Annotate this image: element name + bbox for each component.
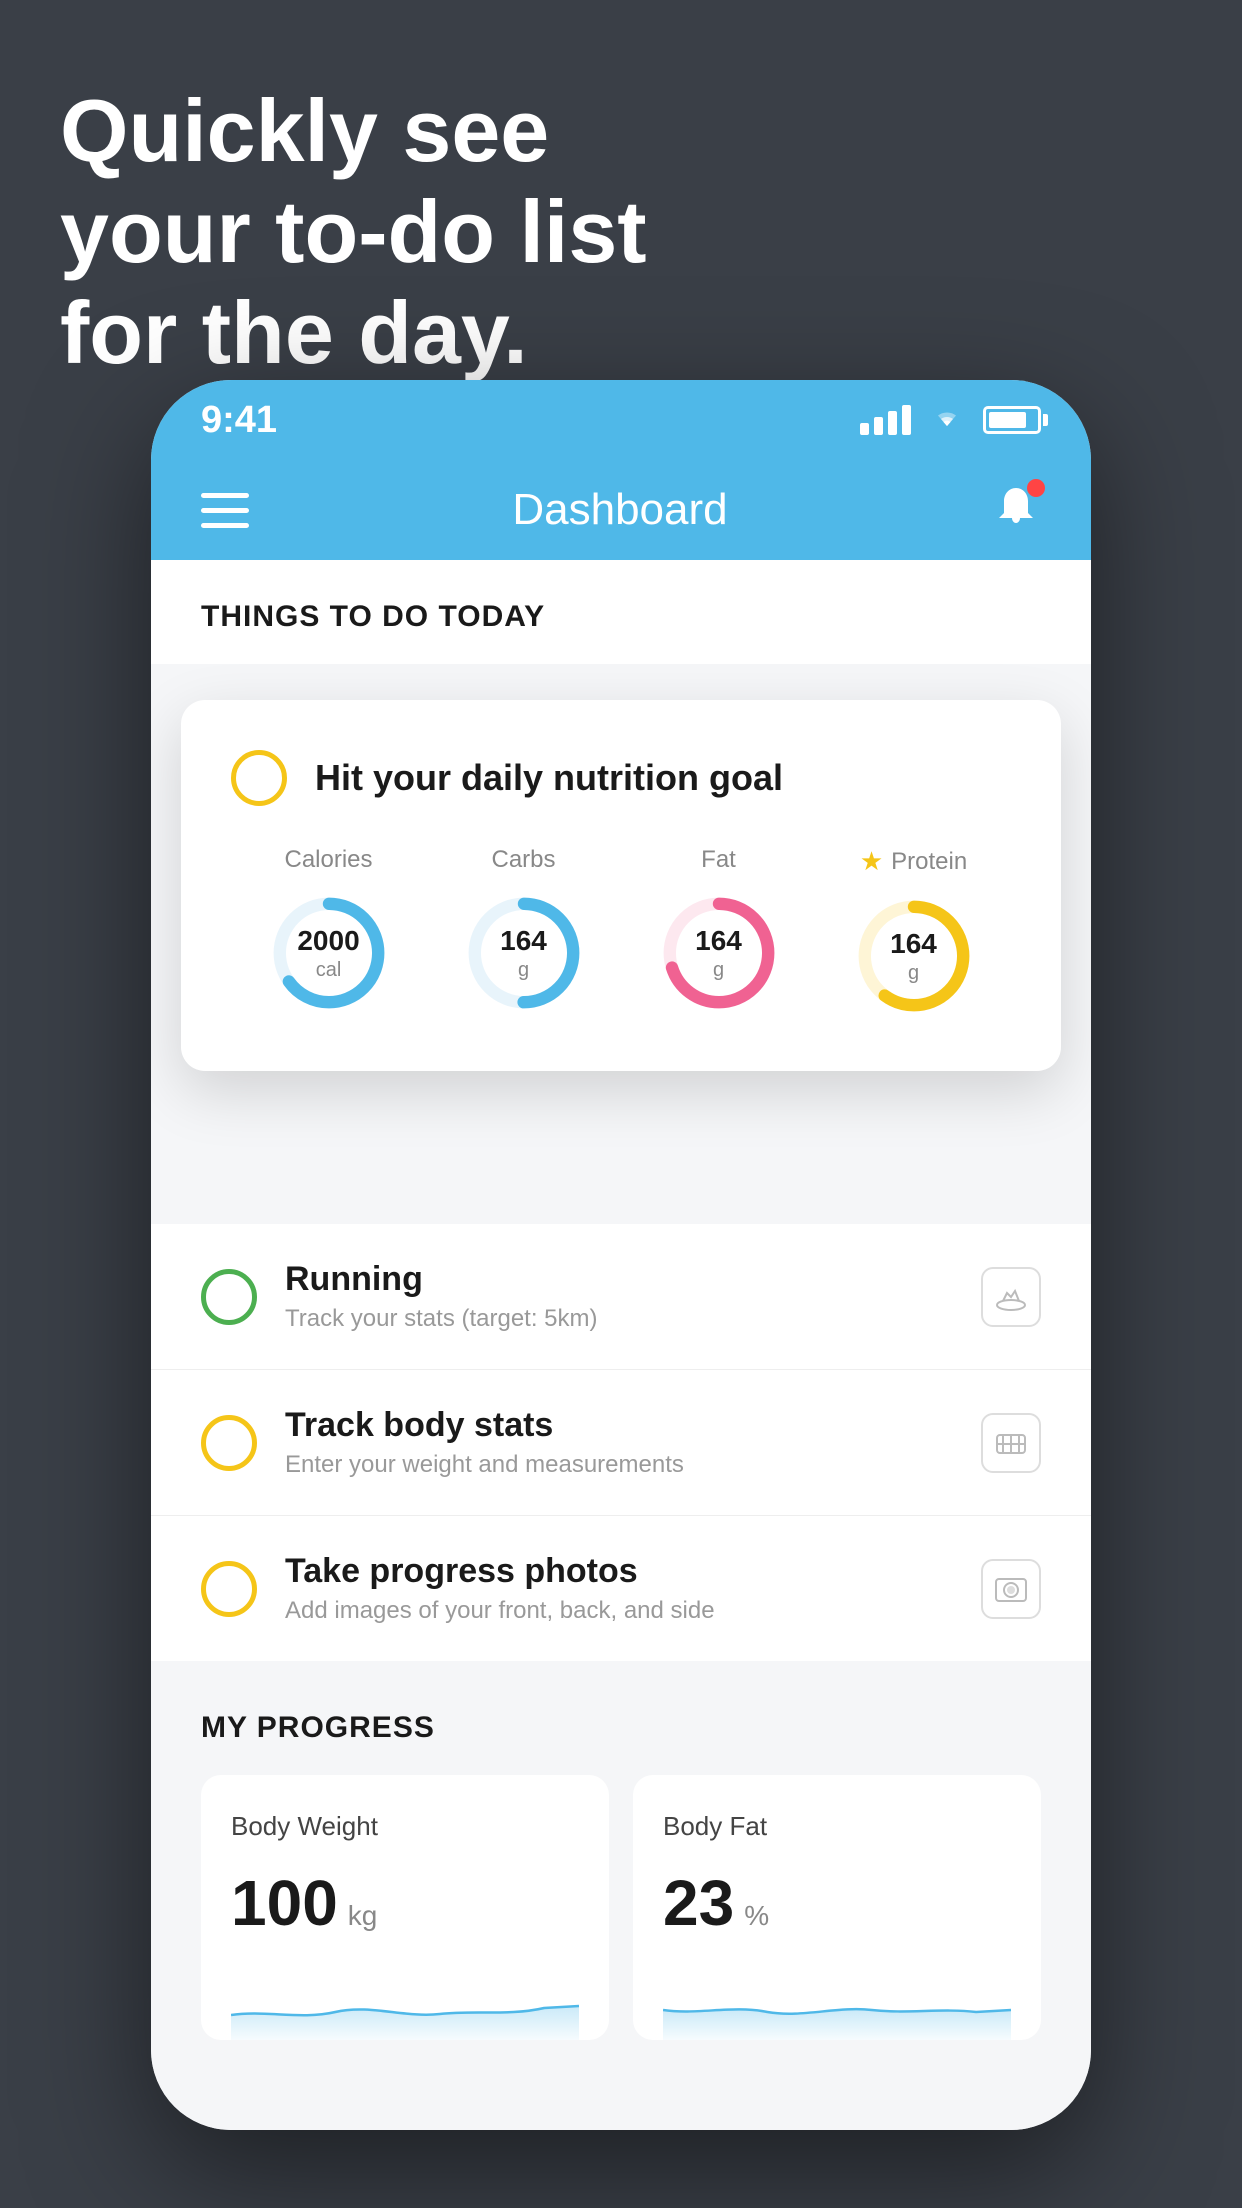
nutrition-item-fat: Fat 164 g [654, 846, 784, 1018]
running-status-circle [201, 1269, 257, 1325]
calories-unit: cal [297, 958, 359, 982]
protein-unit: g [890, 961, 937, 985]
calories-value: 2000 [297, 924, 359, 958]
nutrition-card-header: Hit your daily nutrition goal [231, 750, 1011, 806]
body-stats-subtitle: Enter your weight and measurements [285, 1451, 953, 1479]
carbs-label: Carbs [491, 846, 555, 874]
nutrition-item-carbs: Carbs 164 g [459, 846, 589, 1018]
running-subtitle: Track your stats (target: 5km) [285, 1305, 953, 1333]
hamburger-menu[interactable] [201, 493, 249, 528]
progress-section-title: MY PROGRESS [201, 1711, 1041, 1745]
running-text: Running Track your stats (target: 5km) [285, 1260, 953, 1333]
phone-content: THINGS TO DO TODAY Hit your daily nutrit… [151, 560, 1091, 2130]
fat-label: Fat [701, 846, 736, 874]
body-weight-value: 100 [231, 1866, 338, 1940]
body-weight-value-row: 100 kg [231, 1866, 579, 1940]
photos-icon [981, 1559, 1041, 1619]
things-to-do-header: THINGS TO DO TODAY [151, 560, 1091, 664]
calories-donut: 2000 cal [264, 888, 394, 1018]
todo-item-running[interactable]: Running Track your stats (target: 5km) [151, 1224, 1091, 1370]
body-fat-card[interactable]: Body Fat 23 % [633, 1775, 1041, 2040]
body-weight-unit: kg [348, 1900, 378, 1932]
body-stats-icon [981, 1413, 1041, 1473]
body-stats-text: Track body stats Enter your weight and m… [285, 1406, 953, 1479]
nutrition-card: Hit your daily nutrition goal Calories 2… [181, 700, 1061, 1071]
body-fat-chart [663, 1970, 1011, 2040]
fat-donut: 164 g [654, 888, 784, 1018]
body-fat-value-row: 23 % [663, 1866, 1011, 1940]
battery-icon [983, 406, 1041, 434]
wifi-icon [929, 399, 965, 441]
nutrition-item-calories: Calories 2000 cal [264, 846, 394, 1018]
running-title: Running [285, 1260, 953, 1299]
body-fat-unit: % [744, 1900, 769, 1932]
phone-frame: 9:41 Dashboard [151, 380, 1091, 2130]
carbs-value: 164 [500, 924, 547, 958]
status-icons [860, 399, 1041, 441]
star-icon: ★ [860, 846, 883, 877]
fat-unit: g [695, 958, 742, 982]
fat-value: 164 [695, 924, 742, 958]
todo-item-photos[interactable]: Take progress photos Add images of your … [151, 1516, 1091, 1661]
todo-item-body-stats[interactable]: Track body stats Enter your weight and m… [151, 1370, 1091, 1516]
things-section-title: THINGS TO DO TODAY [201, 600, 545, 633]
nav-bar: Dashboard [151, 460, 1091, 560]
body-fat-value: 23 [663, 1866, 734, 1940]
status-bar: 9:41 [151, 380, 1091, 460]
nutrition-card-title: Hit your daily nutrition goal [315, 757, 783, 799]
nutrition-item-protein: ★ Protein 164 g [849, 846, 979, 1021]
calories-label: Calories [284, 846, 372, 874]
carbs-unit: g [500, 958, 547, 982]
nav-title: Dashboard [512, 485, 727, 535]
body-weight-card[interactable]: Body Weight 100 kg [201, 1775, 609, 2040]
todo-list: Running Track your stats (target: 5km) T… [151, 1224, 1091, 1661]
body-stats-title: Track body stats [285, 1406, 953, 1445]
headline: Quickly see your to-do list for the day. [60, 80, 647, 384]
body-fat-card-title: Body Fat [663, 1811, 1011, 1842]
protein-label: ★ Protein [860, 846, 967, 877]
photos-status-circle [201, 1561, 257, 1617]
progress-cards: Body Weight 100 kg [201, 1775, 1041, 2040]
body-weight-card-title: Body Weight [231, 1811, 579, 1842]
progress-section: MY PROGRESS Body Weight 100 kg [151, 1661, 1091, 2080]
carbs-donut: 164 g [459, 888, 589, 1018]
nutrition-status-circle [231, 750, 287, 806]
body-weight-chart [231, 1970, 579, 2040]
protein-donut: 164 g [849, 891, 979, 1021]
photos-text: Take progress photos Add images of your … [285, 1552, 953, 1625]
photos-subtitle: Add images of your front, back, and side [285, 1597, 953, 1625]
bell-notification-dot [1027, 479, 1045, 497]
status-time: 9:41 [201, 399, 277, 442]
photos-title: Take progress photos [285, 1552, 953, 1591]
body-stats-status-circle [201, 1415, 257, 1471]
bell-icon[interactable] [991, 483, 1041, 538]
protein-value: 164 [890, 927, 937, 961]
signal-icon [860, 405, 911, 435]
running-icon [981, 1267, 1041, 1327]
nutrition-row: Calories 2000 cal Carbs [231, 846, 1011, 1021]
